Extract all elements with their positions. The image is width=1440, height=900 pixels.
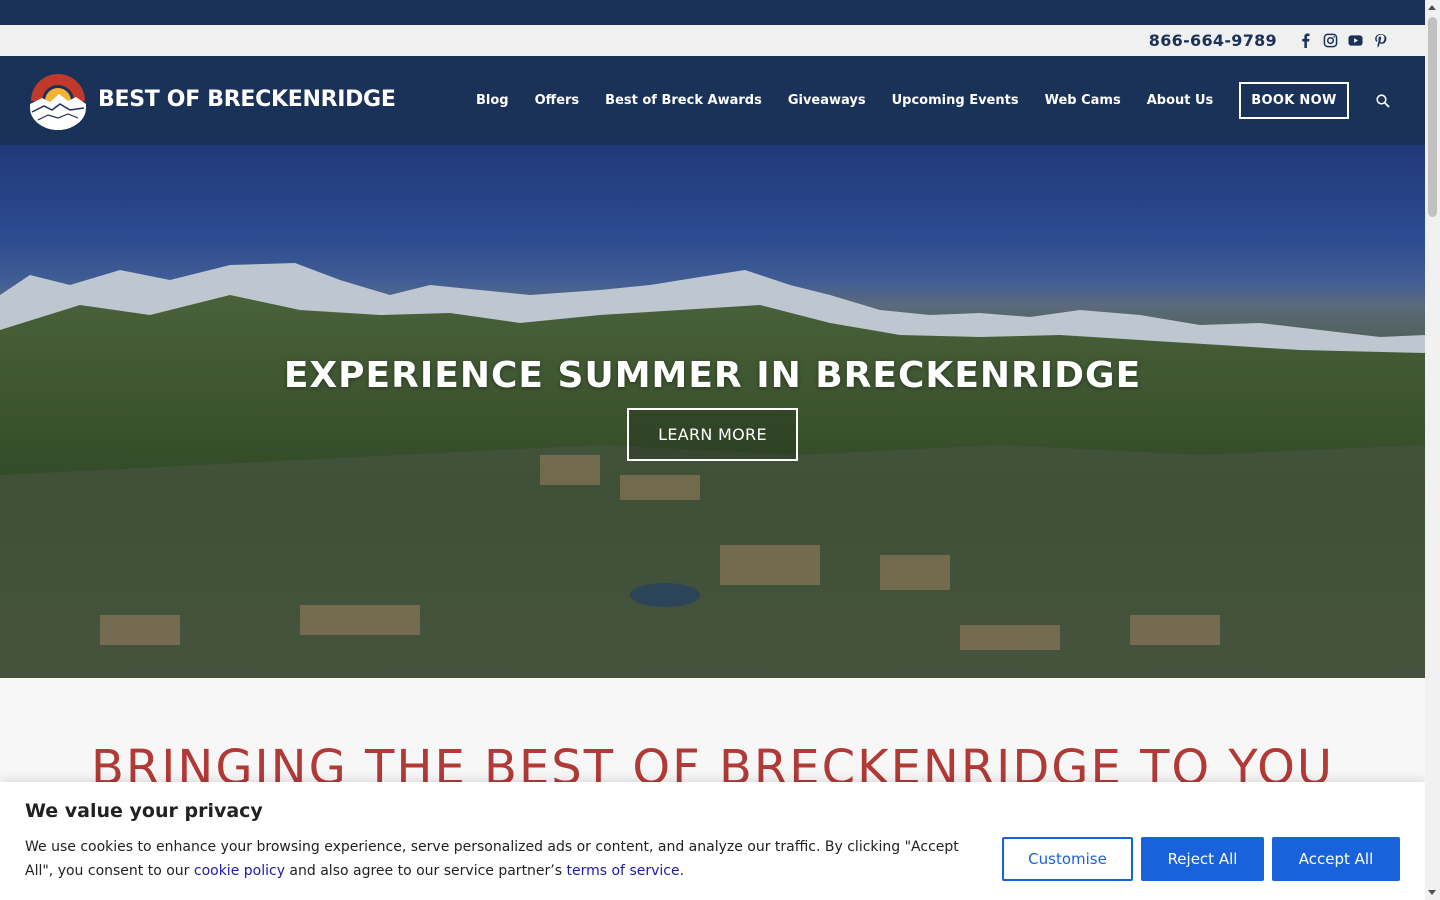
site-logo[interactable]: BEST OF BRECKENRIDGE <box>28 68 396 130</box>
accept-all-button[interactable]: Accept All <box>1272 837 1400 881</box>
contact-bar: 866-664-9789 <box>0 25 1425 56</box>
cookie-description: We use cookies to enhance your browsing … <box>25 835 975 883</box>
book-now-button[interactable]: BOOK NOW <box>1239 82 1349 119</box>
reject-all-button[interactable]: Reject All <box>1141 837 1264 881</box>
scroll-up-arrow-icon[interactable] <box>1428 5 1436 10</box>
nav-about[interactable]: About Us <box>1134 93 1227 108</box>
instagram-icon[interactable] <box>1318 28 1343 53</box>
logo-emblem-icon <box>30 74 86 130</box>
cookie-title: We value your privacy <box>25 800 263 822</box>
logo-text: BEST OF BRECKENRIDGE <box>98 86 396 112</box>
scroll-down-arrow-icon[interactable] <box>1428 890 1436 895</box>
hero-banner: EXPERIENCE SUMMER IN BRECKENRIDGE LEARN … <box>0 145 1425 678</box>
nav-offers[interactable]: Offers <box>522 93 593 108</box>
nav-blog[interactable]: Blog <box>463 93 522 108</box>
main-nav: Blog Offers Best of Breck Awards Giveawa… <box>463 56 1393 145</box>
phone-link[interactable]: 866-664-9789 <box>1149 31 1277 50</box>
nav-awards[interactable]: Best of Breck Awards <box>592 93 775 108</box>
hero-title: EXPERIENCE SUMMER IN BRECKENRIDGE <box>283 355 1142 396</box>
cookie-text-part: . <box>679 863 685 879</box>
learn-more-button[interactable]: LEARN MORE <box>627 408 798 461</box>
cookie-text-part: and also agree to our service partner’s <box>284 863 567 879</box>
top-strip <box>0 0 1425 25</box>
youtube-icon[interactable] <box>1343 28 1368 53</box>
cookie-policy-link[interactable]: cookie policy <box>194 863 285 879</box>
cookie-consent-banner: We value your privacy We use cookies to … <box>0 782 1425 900</box>
scroll-thumb[interactable] <box>1428 17 1437 217</box>
terms-of-service-link[interactable]: terms of service <box>567 863 680 879</box>
nav-webcams[interactable]: Web Cams <box>1032 93 1134 108</box>
nav-giveaways[interactable]: Giveaways <box>775 93 879 108</box>
site-header: BEST OF BRECKENRIDGE Blog Offers Best of… <box>0 56 1425 145</box>
pinterest-icon[interactable] <box>1368 28 1393 53</box>
page-scrollbar[interactable] <box>1425 0 1440 900</box>
nav-events[interactable]: Upcoming Events <box>879 93 1032 108</box>
search-icon[interactable] <box>1373 91 1393 111</box>
customise-button[interactable]: Customise <box>1002 837 1133 881</box>
facebook-icon[interactable] <box>1293 28 1318 53</box>
